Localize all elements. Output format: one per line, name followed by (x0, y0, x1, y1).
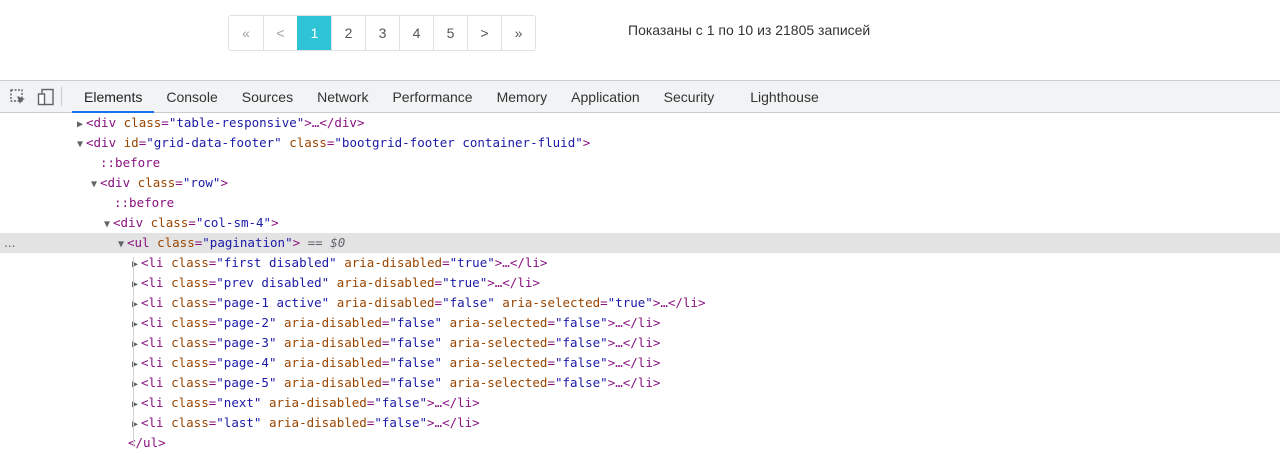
page-5-button[interactable]: 5 (433, 16, 467, 50)
tab-lighthouse[interactable]: Lighthouse (738, 81, 831, 112)
next-page-button[interactable]: > (467, 16, 501, 50)
dom-node[interactable]: ▶ <li class="page-3" aria-disabled="false… (0, 333, 1280, 353)
device-toolbar-icon[interactable] (35, 81, 57, 112)
tab-security[interactable]: Security (652, 81, 727, 112)
expand-triangle-icon[interactable]: ▶ (129, 335, 141, 355)
collapse-triangle-icon[interactable]: ▼ (88, 175, 100, 195)
page-2-button[interactable]: 2 (331, 16, 365, 50)
devtools-panel: Elements Console Sources Network Perform… (0, 80, 1280, 454)
tab-sources[interactable]: Sources (230, 81, 305, 112)
dom-node[interactable]: ▶ <li class="prev disabled" aria-disabled… (0, 273, 1280, 293)
dom-node[interactable]: ▼ <div id="grid-data-footer" class="bootg… (0, 133, 1280, 153)
expand-triangle-icon[interactable]: ▶ (129, 415, 141, 435)
expand-triangle-icon[interactable]: ▶ (129, 355, 141, 375)
dom-node-selected[interactable]: ... ▼ <ul class="pagination"> == $0 (0, 233, 1280, 253)
records-info: Показаны с 1 по 10 из 21805 записей (628, 22, 871, 38)
dom-node[interactable]: ▶ <li class="last" aria-disabled="false">… (0, 413, 1280, 433)
dom-tree: ▶ <div class="table-responsive">…</div> ▼… (0, 113, 1280, 453)
node-actions-dots[interactable]: ... (4, 233, 15, 253)
dom-node[interactable]: ▶ <li class="page-4" aria-disabled="false… (0, 353, 1280, 373)
last-page-button[interactable]: » (501, 16, 535, 50)
tab-console[interactable]: Console (154, 81, 229, 112)
pagination: « < 1 2 3 4 5 > » (228, 15, 536, 51)
tab-network[interactable]: Network (305, 81, 380, 112)
dom-node[interactable]: ::before (0, 153, 1280, 173)
dom-node[interactable]: ▼ <div class="col-sm-4"> (0, 213, 1280, 233)
dom-node[interactable]: ▶ <li class="page-5" aria-disabled="false… (0, 373, 1280, 393)
expand-triangle-icon[interactable]: ▶ (129, 375, 141, 395)
dom-node[interactable]: </ul> (0, 433, 1280, 453)
collapse-triangle-icon[interactable]: ▼ (115, 235, 127, 255)
tab-application[interactable]: Application (559, 81, 652, 112)
dom-node[interactable]: ▶ <li class="page-2" aria-disabled="false… (0, 313, 1280, 333)
dom-node[interactable]: ▶ <li class="next" aria-disabled="false">… (0, 393, 1280, 413)
tab-performance[interactable]: Performance (380, 81, 484, 112)
first-page-button[interactable]: « (229, 16, 263, 50)
expand-triangle-icon[interactable]: ▶ (129, 395, 141, 415)
expand-triangle-icon[interactable]: ▶ (129, 255, 141, 275)
collapse-triangle-icon[interactable]: ▼ (101, 215, 113, 235)
inspect-icon[interactable] (7, 81, 29, 112)
expand-triangle-icon[interactable]: ▶ (74, 115, 86, 135)
tree-indent-guide (133, 257, 134, 447)
expand-triangle-icon[interactable]: ▶ (129, 295, 141, 315)
tab-memory[interactable]: Memory (485, 81, 560, 112)
page-content: « < 1 2 3 4 5 > » Показаны с 1 по 10 из … (0, 0, 1280, 80)
collapse-triangle-icon[interactable]: ▼ (74, 135, 86, 155)
devtools-tabbar: Elements Console Sources Network Perform… (0, 80, 1280, 113)
expand-triangle-icon[interactable]: ▶ (129, 275, 141, 295)
page-4-button[interactable]: 4 (399, 16, 433, 50)
dom-node[interactable]: ▶ <li class="page-1 active" aria-disabled… (0, 293, 1280, 313)
dom-node[interactable]: ▶ <div class="table-responsive">…</div> (0, 113, 1280, 133)
tab-elements[interactable]: Elements (72, 81, 155, 113)
page-3-button[interactable]: 3 (365, 16, 399, 50)
expand-triangle-icon[interactable]: ▶ (129, 315, 141, 335)
toolbar-divider (61, 87, 62, 106)
dom-node[interactable]: ▶ <li class="first disabled" aria-disable… (0, 253, 1280, 273)
dom-node[interactable]: ::before (0, 193, 1280, 213)
prev-page-button[interactable]: < (263, 16, 297, 50)
page-1-button[interactable]: 1 (297, 16, 331, 50)
dom-node[interactable]: ▼ <div class="row"> (0, 173, 1280, 193)
